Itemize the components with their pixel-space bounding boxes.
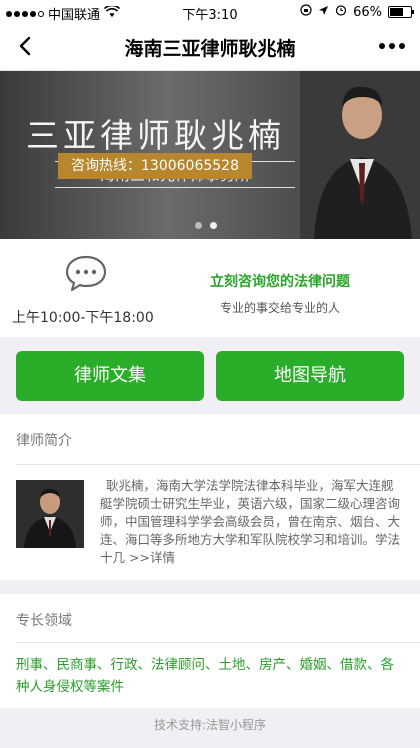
battery-percent: 66% [353,4,382,20]
nav-bar: 海南三亚律师耿兆楠 [0,24,420,71]
banner-carousel[interactable]: 三亚律师耿兆楠 海南三和元律师事务所 咨询热线：13006065528 [0,71,420,239]
consult-title[interactable]: 立刻咨询您的法律问题 [210,271,350,291]
carousel-dot-active[interactable] [210,222,217,229]
specialty-text: 刑事、民商事、行政、法律顾问、土地、房产、婚姻、借款、各种人身侵权等案件 [16,657,394,695]
battery-icon [388,6,414,18]
lawyer-avatar [16,480,84,548]
location-icon [318,5,329,20]
back-button[interactable] [10,30,42,62]
footer-credit: 技术支持:法智小程序 [153,718,267,732]
consult-section[interactable]: 上午10:00-下午18:00 立刻咨询您的法律问题 专业的事交给专业的人 [0,239,420,337]
articles-button[interactable]: 律师文集 [16,351,204,401]
lawyer-portrait-image [300,71,420,239]
chevron-left-icon [19,36,31,56]
chat-bubble-icon[interactable] [64,253,108,293]
more-dots-icon [379,43,385,49]
bio-text-block[interactable]: 耿兆楠，海南大学法学院法律本科毕业，海军大连舰艇学院硕士研究生毕业，英语六级，国… [100,477,404,567]
bio-divider [16,464,420,465]
specialty-divider [16,642,420,643]
map-navigation-button[interactable]: 地图导航 [216,351,404,401]
bio-heading: 律师简介 [16,433,72,449]
carousel-indicator [195,222,217,229]
banner-hotline: 咨询热线：13006065528 [58,153,252,179]
status-bar: 中国联通 下午3:10 66% [0,0,420,24]
office-hours: 上午10:00-下午18:00 [12,310,154,326]
banner-title: 三亚律师耿兆楠 [26,116,285,155]
consult-subtitle: 专业的事交给专业的人 [220,301,341,315]
page-title: 海南三亚律师耿兆楠 [124,38,296,60]
specialty-heading: 专长领域 [16,613,72,629]
alarm-icon [335,4,347,20]
bio-more-link[interactable]: >>详情 [129,550,175,565]
carousel-dot[interactable] [195,222,202,229]
more-menu-button[interactable] [376,36,408,56]
orientation-lock-icon [300,4,312,20]
status-right: 66% [300,4,414,20]
